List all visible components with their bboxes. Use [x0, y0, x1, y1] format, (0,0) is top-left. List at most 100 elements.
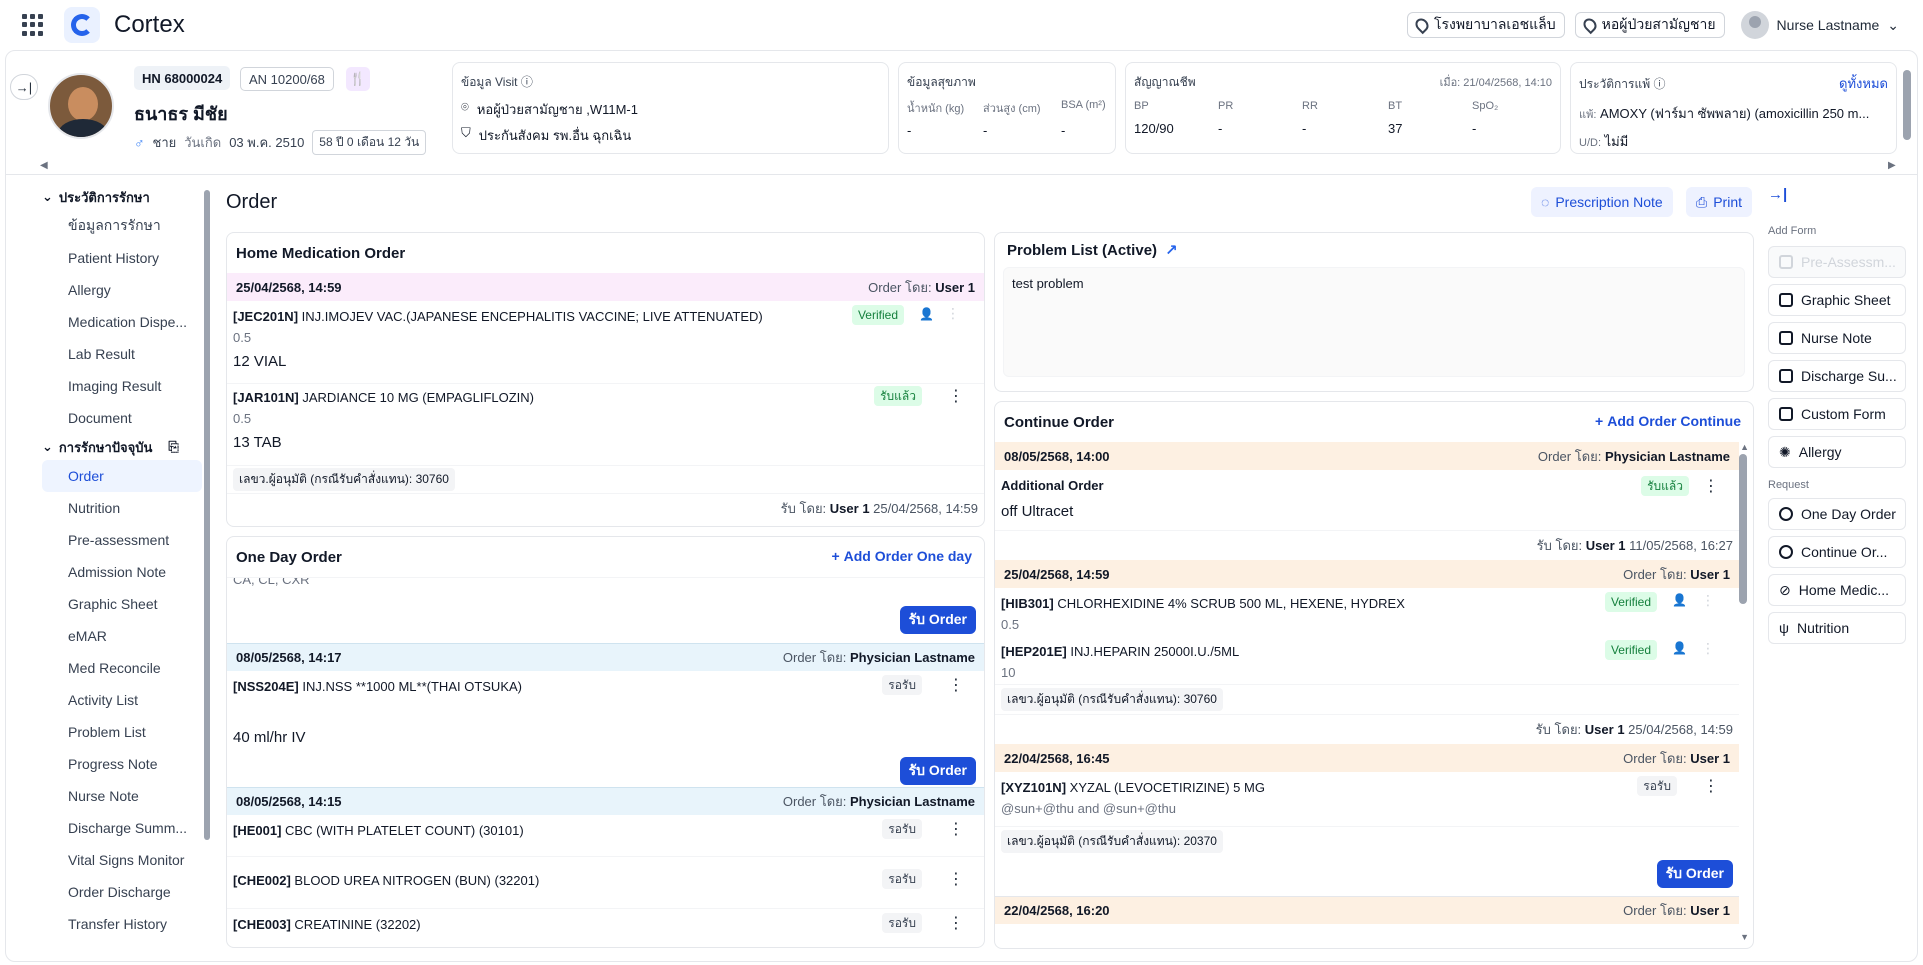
form-nurse-note[interactable]: Nurse Note — [1768, 322, 1906, 354]
vital-value: - — [1472, 121, 1477, 136]
home-med-title: Home Medication Order — [236, 244, 406, 262]
sidebar-item[interactable]: Problem List — [42, 716, 202, 748]
cortex-logo-icon — [64, 7, 100, 43]
height-value: - — [983, 123, 988, 138]
user-menu[interactable]: Nurse Lastname ⌄ — [1740, 11, 1899, 39]
sidebar-item[interactable]: Graphic Sheet — [42, 588, 202, 620]
add-form-label: Add Form — [1768, 225, 1817, 237]
sidebar-item[interactable]: Nutrition — [42, 492, 202, 524]
sidebar-item[interactable]: Transfer History — [42, 908, 202, 940]
more-icon[interactable]: ⋮ — [1701, 592, 1715, 609]
scroll-down-arrow[interactable]: ▼ — [1740, 932, 1749, 942]
collapse-panel-icon[interactable]: →| — [1768, 186, 1787, 203]
form-discharge-summary[interactable]: Discharge Su... — [1768, 360, 1906, 392]
person-icon: 👤 — [1672, 593, 1687, 607]
sidebar-item[interactable]: Nurse Note — [42, 780, 202, 812]
scroll-up-arrow[interactable]: ▲ — [1740, 442, 1749, 452]
vital-value: - — [1218, 121, 1223, 136]
virus-icon: ✺ — [1779, 443, 1791, 460]
order-qty: 12 VIAL — [233, 353, 287, 370]
add-order-continue-button[interactable]: + Add Order Continue — [1595, 413, 1741, 429]
vital-label: SpO₂ — [1472, 100, 1499, 112]
more-icon[interactable]: ⋮ — [948, 675, 964, 695]
sidebar-section-current[interactable]: ⌄ การรักษาปัจจุบัน ⎘ — [42, 434, 202, 460]
sidebar-item[interactable]: Admission Note — [42, 556, 202, 588]
form-graphic-sheet[interactable]: Graphic Sheet — [1768, 284, 1906, 316]
more-icon[interactable]: ⋮ — [948, 913, 964, 933]
approver-note: เลขว.ผู้อนุมัติ (กรณีรับคำสั่งแทน): 3076… — [1001, 688, 1223, 711]
export-icon[interactable]: ⎘ — [168, 439, 178, 455]
approver-row: เลขว.ผู้อนุมัติ (กรณีรับคำสั่งแทน): 3076… — [995, 684, 1739, 714]
view-all-link[interactable]: ดูทั้งหมด — [1839, 73, 1888, 94]
plus-icon: + — [1595, 413, 1604, 429]
received-by: รับ โดย: User 1 25/04/2568, 14:59 — [227, 493, 984, 523]
hospital-selector[interactable]: โรงพยาบาลเอชแล็บ — [1406, 12, 1565, 38]
sidebar-item[interactable]: eMAR — [42, 620, 202, 652]
pill-icon: ⊘ — [1779, 581, 1791, 598]
more-icon[interactable]: ⋮ — [946, 305, 960, 322]
add-order-one-day-button[interactable]: + Add Order One day — [831, 548, 972, 564]
allergy-line: แพ้: AMOXY (ฟาร์มา ซัพพลาย) (amoxicillin… — [1579, 106, 1870, 121]
order-dose: 10 — [1001, 665, 1016, 680]
sidebar-section-history[interactable]: ⌄ ประวัติการรักษา — [42, 184, 202, 210]
request-one-day-order[interactable]: One Day Order — [1768, 498, 1906, 530]
status-badge: รับแล้ว — [874, 386, 922, 406]
sidebar-item[interactable]: Vital Signs Monitor — [42, 844, 202, 876]
order-dose: 0.5 — [1001, 617, 1020, 632]
print-button[interactable]: ⎙ Print — [1686, 187, 1752, 217]
page-title: Order — [226, 191, 278, 213]
sidebar-item-order[interactable]: Order — [42, 460, 202, 492]
order-item-name: [JAR101N] JARDIANCE 10 MG (EMPAGLIFLOZIN… — [233, 390, 535, 405]
sidebar-item[interactable]: Activity List — [42, 684, 202, 716]
sidebar-item[interactable]: Discharge Summ... — [42, 812, 202, 844]
sidebar-scrollbar[interactable] — [204, 190, 210, 840]
form-custom[interactable]: Custom Form — [1768, 398, 1906, 430]
sidebar-item[interactable]: Med Reconcile — [42, 652, 202, 684]
continue-scrollbar[interactable] — [1739, 454, 1747, 604]
sidebar-item[interactable]: ข้อมูลการรักษา — [42, 210, 202, 242]
ward-name: หอผู้ป่วยสามัญชาย — [1601, 16, 1716, 32]
sidebar-item[interactable]: Progress Note — [42, 748, 202, 780]
sidebar-item[interactable]: Document — [42, 402, 202, 434]
sidebar-item[interactable]: Medication Dispe... — [42, 306, 202, 338]
sidebar-item[interactable]: Imaging Result — [42, 370, 202, 402]
more-icon[interactable]: ⋮ — [948, 386, 964, 406]
more-icon[interactable]: ⋮ — [1703, 476, 1719, 496]
sidebar-item[interactable]: Lab Result — [42, 338, 202, 370]
sidebar-item[interactable]: Patient History — [42, 242, 202, 274]
more-icon[interactable]: ⋮ — [948, 819, 964, 839]
sidebar-item[interactable]: Allergy — [42, 274, 202, 306]
user-name: Nurse Lastname — [1776, 17, 1880, 33]
scroll-right-arrow[interactable]: ▶ — [1888, 160, 1896, 171]
order-dose: 0.5 — [233, 411, 252, 426]
utensils-icon: ψ — [1779, 620, 1789, 636]
app: Cortex โรงพยาบาลเอชแล็บ หอผู้ป่วยสามัญชา… — [0, 0, 1923, 965]
status-badge: Verified — [851, 305, 904, 325]
more-icon[interactable]: ⋮ — [1703, 776, 1719, 796]
header-scrollbar[interactable] — [1903, 70, 1911, 140]
external-link-icon[interactable]: ↗ — [1165, 241, 1178, 259]
order-item: [HEP201E] INJ.HEPARIN 25000I.U./5ML 10 V… — [995, 636, 1739, 684]
request-continue-order[interactable]: Continue Or... — [1768, 536, 1906, 568]
location-pin-icon: ⌾ — [461, 99, 469, 114]
accept-order-button[interactable]: รับ Order — [899, 606, 976, 634]
printer-icon: ⎙ — [1696, 193, 1708, 210]
order-item: [JAR101N] JARDIANCE 10 MG (EMPAGLIFLOZIN… — [227, 383, 984, 465]
accept-order-button[interactable]: รับ Order — [899, 757, 976, 785]
expand-sidebar-icon[interactable]: →| — [10, 74, 38, 100]
accept-order-button[interactable]: รับ Order — [1656, 860, 1733, 888]
more-icon[interactable]: ⋮ — [948, 869, 964, 889]
sidebar-item[interactable]: Order Discharge — [42, 876, 202, 908]
ward-selector[interactable]: หอผู้ป่วยสามัญชาย — [1574, 12, 1725, 38]
prescription-note-button[interactable]: ◌ Prescription Note — [1531, 187, 1673, 217]
more-icon[interactable]: ⋮ — [1701, 640, 1715, 657]
continue-panel: Continue Order + Add Order Continue 08/05… — [994, 401, 1754, 949]
order-item-name: [CHE003] CREATININE (32202) — [233, 917, 421, 932]
form-allergy[interactable]: ✺ Allergy — [1768, 436, 1906, 468]
sidebar-item[interactable]: Pre-assessment — [42, 524, 202, 556]
apps-grid-icon[interactable] — [22, 14, 44, 36]
request-home-med[interactable]: ⊘ Home Medic... — [1768, 574, 1906, 606]
document-icon — [1779, 331, 1793, 345]
scroll-left-arrow[interactable]: ◀ — [40, 160, 48, 171]
request-nutrition[interactable]: ψ Nutrition — [1768, 612, 1906, 644]
